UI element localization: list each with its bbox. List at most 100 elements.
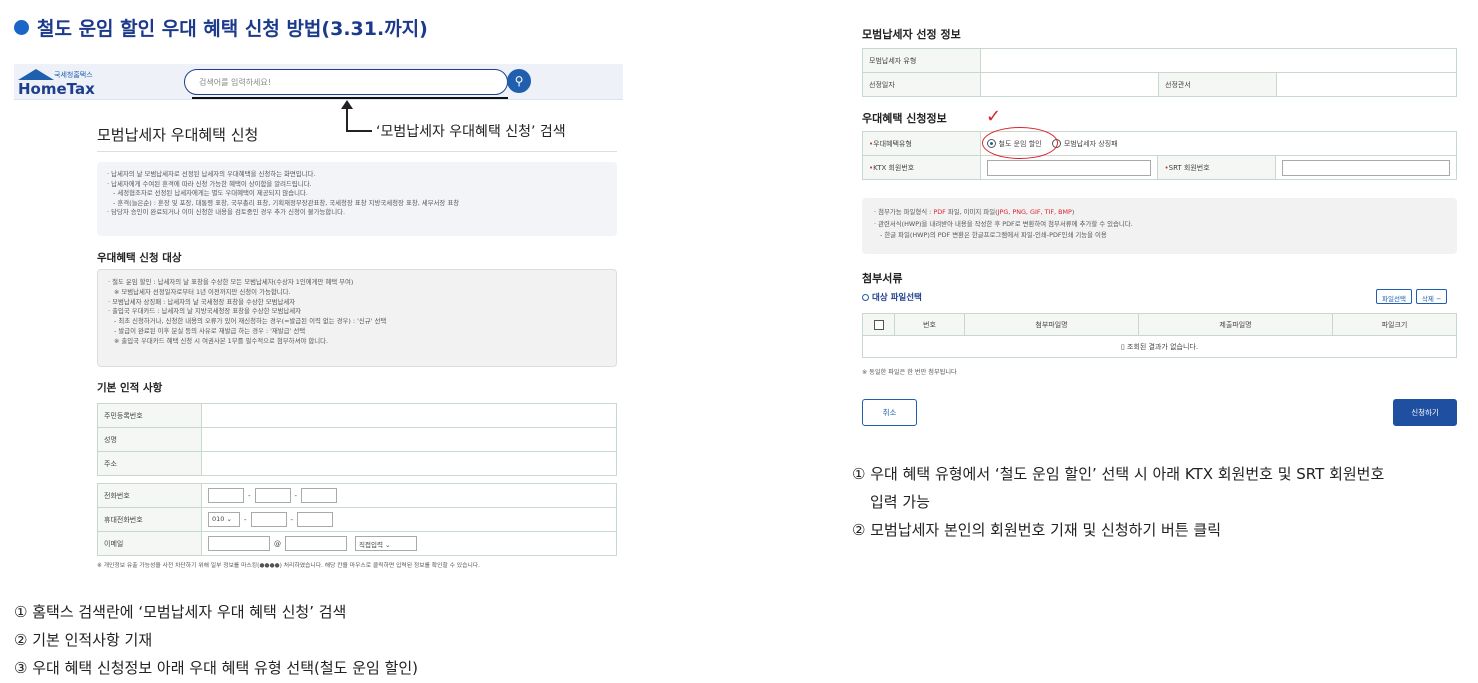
guide-heading: 철도 운임 할인 우대 혜택 신청 방법(3.31.까지) bbox=[14, 14, 428, 41]
selection-heading: 모범납세자 선정 정보 bbox=[862, 28, 961, 41]
selection-table: 모범납세자 유형 선정일자 선정관서 bbox=[862, 48, 1457, 97]
search-button[interactable]: ⚲ bbox=[507, 69, 531, 93]
mobile-part-2-input[interactable] bbox=[250, 512, 287, 527]
step-item: ① 우대 혜택 유형에서 ‘철도 운임 할인’ 선택 시 아래 KTX 회원번호… bbox=[852, 465, 1385, 483]
target-line: - 최초 신청하거나, 신청한 내용의 오류가 있어 재신청하는 경우(=발급된… bbox=[114, 317, 387, 326]
table-row: 주소 bbox=[97, 451, 617, 476]
benefit-type-label: •우대혜택유형 bbox=[862, 131, 981, 156]
step-item: ② 기본 인적사항 기재 bbox=[14, 631, 153, 649]
table-row: 휴대전화번호 010 ⌄ - - bbox=[97, 507, 617, 532]
info-line: · 첨부가능 파일형식 : PDF 파일, 이미지 파일(JPG, PNG, G… bbox=[874, 207, 1445, 219]
attachment-info-box: · 첨부가능 파일형식 : PDF 파일, 이미지 파일(JPG, PNG, G… bbox=[862, 198, 1457, 254]
house-roof-icon bbox=[18, 69, 54, 80]
info-highlight: JPG, PNG, GIF, TIF, BMP bbox=[997, 208, 1072, 216]
notice-box: · 납세자의 날 모범납세자로 선정된 납세자의 우대혜택을 신청하는 화면입니… bbox=[97, 162, 617, 236]
info-line: · 관련서식(HWP)을 내려받아 내용을 작성한 후 PDF로 변환하여 첨부… bbox=[874, 219, 1133, 228]
cancel-button[interactable]: 취소 bbox=[862, 399, 917, 426]
phone-part-3-input[interactable] bbox=[301, 488, 338, 503]
address-label: 주소 bbox=[97, 451, 202, 476]
notice-line: · 납세자에게 수여된 훈격에 따라 신청 가능한 혜택이 상이함을 알려드립니… bbox=[107, 179, 312, 188]
ktx-cell bbox=[979, 155, 1159, 180]
radio-plaque-label: 모범납세자 상징패 bbox=[1063, 139, 1118, 148]
radio-plaque[interactable]: 모범납세자 상징패 bbox=[1051, 139, 1118, 148]
ssn-field[interactable] bbox=[201, 403, 617, 428]
name-field[interactable] bbox=[201, 427, 617, 452]
table-header-row: 번호 첨부파일명 제출파일명 파일크기 bbox=[862, 313, 1457, 336]
left-steps: ① 홈택스 검색란에 ‘모범납세자 우대 혜택 신청’ 검색 ② 기본 인적사항… bbox=[14, 598, 418, 682]
ssn-label: 주민등록번호 bbox=[97, 403, 202, 428]
logo-title: HomeTax bbox=[18, 80, 95, 98]
table-row: 모범납세자 유형 bbox=[862, 48, 1457, 73]
selection-office-value bbox=[1276, 72, 1457, 97]
chevron-down-icon: ⌄ bbox=[226, 515, 232, 523]
email-domain-select[interactable]: 직접입력 ⌄ bbox=[355, 536, 417, 551]
hometax-screenshot-left: 국세청홈택스 HomeTax 검색어를 입력하세요! ⚲ ‘모범납세자 우대혜택… bbox=[14, 64, 623, 574]
dash: - bbox=[244, 515, 247, 524]
guide-heading-text: 철도 운임 할인 우대 혜택 신청 방법(3.31.까지) bbox=[37, 18, 428, 40]
mobile-part-3-input[interactable] bbox=[297, 512, 334, 527]
notice-line: · 납세자의 날 모범납세자로 선정된 납세자의 우대혜택을 신청하는 화면입니… bbox=[107, 170, 316, 178]
file-buttons: 파일선택 삭제 − bbox=[1376, 289, 1448, 304]
circle-icon bbox=[862, 294, 869, 301]
phone-part-2-input[interactable] bbox=[254, 488, 291, 503]
col-file-size: 파일크기 bbox=[1332, 313, 1457, 336]
email-cell: @ 직접입력 ⌄ bbox=[201, 531, 617, 556]
privacy-note: ※ 개인정보 유출 가능성을 사전 차단하기 위해 일부 정보를 마스킹(●●●… bbox=[97, 563, 480, 569]
srt-cell bbox=[1275, 155, 1457, 180]
srt-member-input[interactable] bbox=[1282, 159, 1450, 176]
address-field[interactable] bbox=[201, 451, 617, 476]
search-annotation: ‘모범납세자 우대혜택 신청’ 검색 bbox=[376, 124, 566, 140]
phone-part-1-input[interactable] bbox=[208, 488, 244, 503]
basic-info-table: 주민등록번호 성명 주소 bbox=[97, 403, 617, 476]
step-item: ③ 우대 혜택 신청정보 아래 우대 혜택 유형 선택(철도 운임 할인) bbox=[14, 659, 419, 677]
table-row: 성명 bbox=[97, 427, 617, 452]
email-label: 이메일 bbox=[97, 531, 202, 556]
select-all-cell bbox=[862, 313, 895, 336]
file-select-subheading: 대상 파일선택 bbox=[862, 291, 922, 303]
info-text: ) bbox=[1071, 208, 1075, 216]
table-row: •KTX 회원번호 •SRT 회원번호 bbox=[862, 155, 1457, 180]
apply-button[interactable]: 신청하기 bbox=[1393, 399, 1457, 426]
file-select-subheading-text: 대상 파일선택 bbox=[872, 293, 922, 303]
table-row: •우대혜택유형 철도 운임 할인 모범납세자 상징패 bbox=[862, 131, 1457, 156]
select-all-checkbox[interactable] bbox=[873, 319, 884, 330]
srt-label: •SRT 회원번호 bbox=[1157, 155, 1276, 180]
search-underline bbox=[192, 97, 508, 99]
empty-result-cell: ▯ 조회된 결과가 없습니다. bbox=[862, 335, 1457, 358]
mobile-prefix-select[interactable]: 010 ⌄ bbox=[208, 512, 240, 527]
phone-label: 전화번호 bbox=[97, 483, 202, 508]
delete-button[interactable]: 삭제 − bbox=[1415, 289, 1448, 304]
mobile-label: 휴대전화번호 bbox=[97, 507, 202, 532]
dash: - bbox=[248, 491, 251, 500]
dash: - bbox=[290, 515, 294, 524]
attachment-heading: 첨부서류 bbox=[862, 272, 903, 285]
hometax-logo[interactable]: 국세청홈택스 HomeTax bbox=[16, 69, 106, 98]
email-domain-value: 직접입력 bbox=[359, 541, 383, 549]
file-select-button[interactable]: 파일선택 bbox=[1376, 289, 1412, 304]
info-line: - 한글 파일(HWP)의 PDF 변환은 한글프로그램에서 파일-인쇄-PDF… bbox=[880, 231, 1107, 239]
arrow-up-icon bbox=[341, 100, 353, 132]
page-title: 모범납세자 우대혜택 신청 bbox=[97, 126, 259, 144]
email-domain-input[interactable] bbox=[285, 536, 347, 551]
taxpayer-type-label: 모범납세자 유형 bbox=[862, 48, 981, 73]
info-text: 파일, 이미지 파일( bbox=[945, 208, 998, 216]
step-item: ② 모범납세자 본인의 회원번호 기재 및 신청하기 버튼 클릭 bbox=[852, 521, 1221, 539]
selection-date-value bbox=[980, 72, 1159, 97]
info-highlight: PDF bbox=[933, 208, 946, 216]
ktx-member-input[interactable] bbox=[986, 159, 1151, 176]
email-id-input[interactable] bbox=[208, 536, 270, 551]
notice-line: - 훈격(늘은순) : 훈장 및 포장, 대통령 표창, 국무총리 표창, 기획… bbox=[113, 198, 460, 207]
notice-line: - 세정협조자로 선정된 납세자에게는 별도 우대혜택이 제공되지 않습니다. bbox=[113, 189, 308, 198]
table-row: 이메일 @ 직접입력 ⌄ bbox=[97, 531, 617, 556]
target-line: · 모범납세자 상징패 : 납세자의 날 국세청장 표창을 수상한 모범납세자 bbox=[108, 297, 296, 306]
at-sign: @ bbox=[274, 539, 281, 548]
file-note: ※ 동일한 파일은 한 번만 첨부됩니다 bbox=[862, 369, 957, 376]
col-number: 번호 bbox=[894, 313, 965, 336]
target-line: · 철도 운임 할인 : 납세자의 날 표창을 수상한 모든 모범납세자(수상자… bbox=[108, 278, 354, 286]
search-input[interactable]: 검색어를 입력하세요! bbox=[184, 69, 508, 95]
target-line: ※ 출입국 우대카드 혜택 신청 시 여권사본 1부를 필수적으로 첨부하셔야 … bbox=[114, 336, 329, 345]
table-row: 선정일자 선정관서 bbox=[862, 72, 1457, 97]
contact-table: 전화번호 -- 휴대전화번호 010 ⌄ - - 이메일 @ 직접입력 ⌄ bbox=[97, 483, 617, 556]
target-line: - 발급이 완료된 이후 분실 등의 사유로 재발급 하는 경우 : '재발급'… bbox=[114, 326, 306, 335]
search-icon: ⚲ bbox=[514, 74, 524, 88]
